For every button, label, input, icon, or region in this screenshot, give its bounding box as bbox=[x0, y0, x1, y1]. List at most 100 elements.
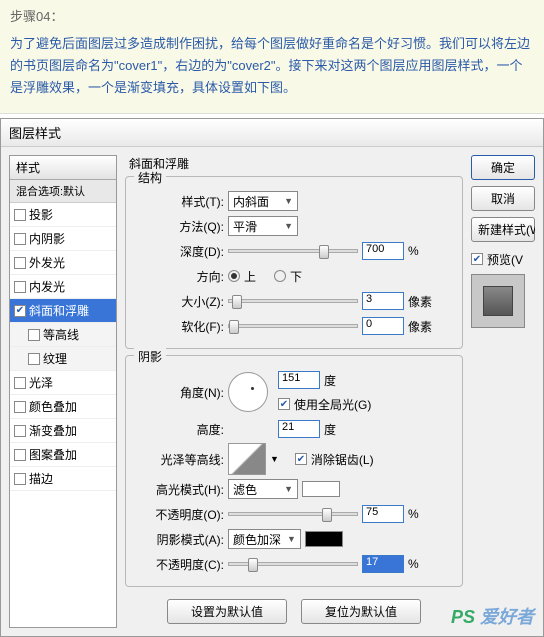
new-style-button[interactable]: 新建样式(W bbox=[471, 217, 535, 242]
style-item[interactable]: 颜色叠加 bbox=[10, 395, 116, 419]
style-label: 斜面和浮雕 bbox=[29, 302, 89, 319]
style-checkbox[interactable] bbox=[14, 377, 26, 389]
tutorial-block: 步骤04： 为了避免后面图层过多造成制作困扰，给每个图层做好重命名是个好习惯。我… bbox=[0, 0, 544, 114]
global-light-checkbox[interactable] bbox=[278, 398, 290, 410]
watermark: PS 爱好者 bbox=[451, 603, 534, 629]
size-unit: 像素 bbox=[408, 293, 436, 310]
size-label: 大小(Z): bbox=[134, 293, 224, 310]
style-checkbox[interactable] bbox=[28, 353, 40, 365]
shadow-op-slider[interactable] bbox=[228, 562, 358, 566]
soften-input[interactable]: 0 bbox=[362, 317, 404, 335]
style-checkbox[interactable] bbox=[14, 281, 26, 293]
set-default-button[interactable]: 设置为默认值 bbox=[167, 599, 287, 624]
style-item[interactable]: 纹理 bbox=[10, 347, 116, 371]
chevron-down-icon: ▼ bbox=[284, 484, 293, 494]
structure-fieldset: 结构 样式(T): 内斜面▼ 方法(Q): 平滑▼ 深度(D): 700 % 方… bbox=[125, 176, 463, 349]
angle-input[interactable]: 151 bbox=[278, 371, 320, 389]
style-label: 描边 bbox=[29, 470, 53, 487]
shadow-op-label: 不透明度(C): bbox=[134, 556, 224, 573]
direction-down-radio[interactable] bbox=[274, 270, 286, 282]
direction-label: 方向: bbox=[134, 268, 224, 285]
style-checkbox[interactable] bbox=[14, 401, 26, 413]
style-checkbox[interactable] bbox=[28, 329, 40, 341]
depth-slider[interactable] bbox=[228, 249, 358, 253]
style-label: 外发光 bbox=[29, 254, 65, 271]
styles-header[interactable]: 样式 bbox=[10, 156, 116, 180]
preview-swatch bbox=[471, 274, 525, 328]
method-select[interactable]: 平滑▼ bbox=[228, 216, 298, 236]
style-item[interactable]: 内发光 bbox=[10, 275, 116, 299]
depth-label: 深度(D): bbox=[134, 243, 224, 260]
gloss-contour-picker[interactable] bbox=[228, 443, 266, 475]
size-input[interactable]: 3 bbox=[362, 292, 404, 310]
styles-list-panel: 样式 混合选项:默认 投影内阴影外发光内发光斜面和浮雕等高线纹理光泽颜色叠加渐变… bbox=[9, 155, 117, 628]
style-label: 投影 bbox=[29, 206, 53, 223]
style-item[interactable]: 光泽 bbox=[10, 371, 116, 395]
soften-label: 软化(F): bbox=[134, 318, 224, 335]
style-item[interactable]: 等高线 bbox=[10, 323, 116, 347]
chevron-down-icon: ▼ bbox=[287, 534, 296, 544]
shadow-mode-label: 阴影模式(A): bbox=[134, 531, 224, 548]
style-select[interactable]: 内斜面▼ bbox=[228, 191, 298, 211]
angle-label: 角度(N): bbox=[134, 384, 224, 401]
preview-label: 预览(V bbox=[487, 251, 523, 268]
chevron-down-icon: ▼ bbox=[284, 196, 293, 206]
shadow-mode-select[interactable]: 颜色加深▼ bbox=[228, 529, 301, 549]
angle-unit: 度 bbox=[324, 372, 352, 389]
style-item[interactable]: 内阴影 bbox=[10, 227, 116, 251]
highlight-mode-select[interactable]: 滤色▼ bbox=[228, 479, 298, 499]
shadow-op-input[interactable]: 17 bbox=[362, 555, 404, 573]
style-label: 图案叠加 bbox=[29, 446, 77, 463]
style-checkbox[interactable] bbox=[14, 473, 26, 485]
depth-input[interactable]: 700 bbox=[362, 242, 404, 260]
blend-options-item[interactable]: 混合选项:默认 bbox=[10, 180, 116, 203]
highlight-op-unit: % bbox=[408, 507, 436, 521]
style-checkbox[interactable] bbox=[14, 425, 26, 437]
shadow-title: 阴影 bbox=[134, 348, 166, 365]
style-item[interactable]: 图案叠加 bbox=[10, 443, 116, 467]
preview-checkbox[interactable] bbox=[471, 253, 483, 265]
style-item[interactable]: 渐变叠加 bbox=[10, 419, 116, 443]
style-label: 颜色叠加 bbox=[29, 398, 77, 415]
chevron-down-icon[interactable]: ▼ bbox=[270, 454, 279, 464]
highlight-mode-label: 高光模式(H): bbox=[134, 481, 224, 498]
cancel-button[interactable]: 取消 bbox=[471, 186, 535, 211]
soften-unit: 像素 bbox=[408, 318, 436, 335]
style-item[interactable]: 外发光 bbox=[10, 251, 116, 275]
down-label: 下 bbox=[290, 268, 302, 285]
antialias-checkbox[interactable] bbox=[295, 453, 307, 465]
highlight-color-swatch[interactable] bbox=[302, 481, 340, 497]
style-checkbox[interactable] bbox=[14, 305, 26, 317]
highlight-op-label: 不透明度(O): bbox=[134, 506, 224, 523]
style-label: 内发光 bbox=[29, 278, 65, 295]
layer-style-dialog: 图层样式 样式 混合选项:默认 投影内阴影外发光内发光斜面和浮雕等高线纹理光泽颜… bbox=[0, 118, 544, 637]
size-slider[interactable] bbox=[228, 299, 358, 303]
angle-wheel[interactable] bbox=[228, 372, 268, 412]
style-label: 内阴影 bbox=[29, 230, 65, 247]
style-label: 等高线 bbox=[43, 326, 79, 343]
altitude-input[interactable]: 21 bbox=[278, 420, 320, 438]
reset-default-button[interactable]: 复位为默认值 bbox=[301, 599, 421, 624]
style-checkbox[interactable] bbox=[14, 449, 26, 461]
style-label: 光泽 bbox=[29, 374, 53, 391]
shadow-color-swatch[interactable] bbox=[305, 531, 343, 547]
highlight-op-slider[interactable] bbox=[228, 512, 358, 516]
style-checkbox[interactable] bbox=[14, 233, 26, 245]
global-light-label: 使用全局光(G) bbox=[294, 396, 371, 413]
soften-slider[interactable] bbox=[228, 324, 358, 328]
ok-button[interactable]: 确定 bbox=[471, 155, 535, 180]
style-checkbox[interactable] bbox=[14, 257, 26, 269]
style-item[interactable]: 投影 bbox=[10, 203, 116, 227]
shadow-fieldset: 阴影 角度(N): 151 度 使用全局光(G) bbox=[125, 355, 463, 587]
altitude-unit: 度 bbox=[324, 421, 352, 438]
antialias-label: 消除锯齿(L) bbox=[311, 451, 374, 468]
direction-up-radio[interactable] bbox=[228, 270, 240, 282]
style-checkbox[interactable] bbox=[14, 209, 26, 221]
style-item[interactable]: 描边 bbox=[10, 467, 116, 491]
style-label: 样式(T): bbox=[134, 193, 224, 210]
gloss-label: 光泽等高线: bbox=[134, 451, 224, 468]
up-label: 上 bbox=[244, 268, 256, 285]
style-item[interactable]: 斜面和浮雕 bbox=[10, 299, 116, 323]
highlight-op-input[interactable]: 75 bbox=[362, 505, 404, 523]
step-text: 为了避免后面图层过多造成制作困扰，给每个图层做好重命名是个好习惯。我们可以将左边… bbox=[10, 33, 534, 99]
